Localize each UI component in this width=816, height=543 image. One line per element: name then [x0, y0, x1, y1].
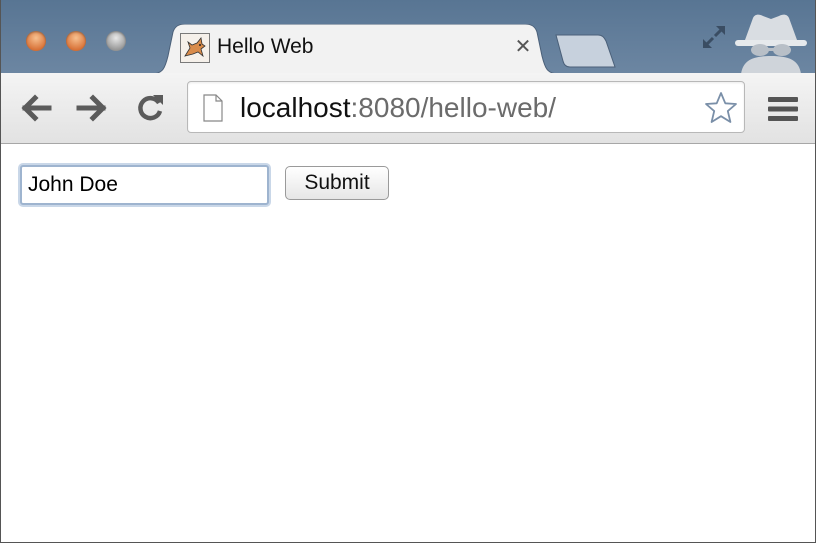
tab-strip: Hello Web ✕: [1, 0, 815, 74]
tab-close-icon[interactable]: ✕: [511, 34, 535, 58]
page-icon: [203, 94, 223, 122]
tab-background: [151, 24, 559, 74]
forward-arrow-icon[interactable]: [75, 91, 109, 125]
back-arrow-icon[interactable]: [19, 91, 53, 125]
name-input[interactable]: [20, 165, 269, 205]
window-minimize-button[interactable]: [66, 31, 86, 51]
address-bar[interactable]: localhost:8080/hello-web/: [187, 81, 745, 133]
tomcat-favicon-icon: [180, 33, 210, 63]
page-content: Submit: [1, 144, 815, 542]
browser-toolbar: localhost:8080/hello-web/: [1, 73, 815, 144]
hamburger-menu-icon[interactable]: [767, 95, 799, 123]
tab-title: Hello Web: [217, 35, 314, 58]
submit-button[interactable]: Submit: [285, 166, 389, 200]
fullscreen-icon[interactable]: [699, 22, 729, 52]
browser-window: Hello Web ✕ localhost:8080/hello-web/ Jo…: [0, 0, 816, 543]
window-close-button[interactable]: [26, 31, 46, 51]
window-zoom-button[interactable]: [106, 31, 126, 51]
new-tab-button[interactable]: [554, 33, 618, 71]
url-text[interactable]: localhost:8080/hello-web/: [240, 92, 556, 124]
incognito-icon: [735, 14, 807, 74]
star-icon[interactable]: [704, 91, 738, 125]
url-host: localhost: [240, 92, 351, 123]
tab-hello-web[interactable]: Hello Web ✕: [151, 24, 559, 74]
reload-icon[interactable]: [133, 91, 167, 125]
url-path: :8080/hello-web/: [350, 92, 556, 123]
